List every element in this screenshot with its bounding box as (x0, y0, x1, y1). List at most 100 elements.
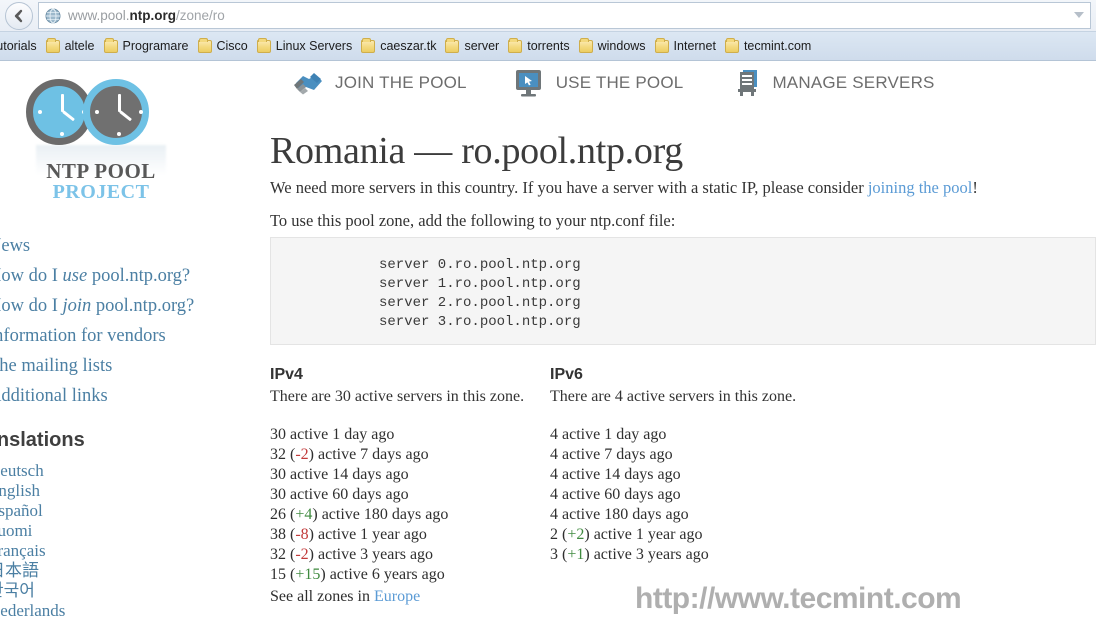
back-arrow-icon (11, 8, 27, 24)
stat-count: 30 (270, 486, 290, 503)
globe-favicon-icon (45, 8, 61, 24)
stat-count: 4 (550, 486, 562, 503)
see-all-text: See all zones in (270, 588, 374, 605)
page-title: Romania — ro.pool.ntp.org (270, 129, 683, 173)
folder-icon (508, 40, 522, 53)
stat-row: 30 active 60 days ago (270, 485, 550, 505)
bookmark-item[interactable]: caeszar.tk (361, 39, 436, 53)
stat-row: 4 active 1 day ago (550, 425, 850, 445)
bookmark-label: torrents (527, 39, 569, 53)
stat-row: 26 (+4) active 180 days ago (270, 505, 550, 525)
ipv6-heading: IPv6 (550, 366, 850, 384)
stat-period: active 180 days ago (322, 506, 449, 523)
translation-link[interactable]: Deutsch (0, 461, 238, 481)
address-dropdown-chevron-icon[interactable] (1074, 12, 1084, 18)
stat-delta: +4 (295, 506, 312, 523)
url-path: /zone/ro (176, 8, 225, 23)
bookmark-item[interactable]: windows (579, 39, 646, 53)
back-button[interactable] (5, 2, 33, 30)
stat-period: active 7 days ago (562, 446, 673, 463)
sidebar-link-emphasis: use (63, 266, 88, 286)
folder-icon (445, 40, 459, 53)
stat-count: 3 (550, 546, 562, 563)
sidebar-link[interactable]: Information for vendors (0, 321, 238, 351)
stat-row: 38 (-8) active 1 year ago (270, 525, 550, 545)
bookmark-item[interactable]: torrents (508, 39, 569, 53)
stat-count: 32 (270, 446, 290, 463)
sidebar-link[interactable]: How do I use pool.ntp.org? (0, 261, 238, 291)
sidebar-link[interactable]: Additional links (0, 381, 238, 411)
folder-icon (104, 40, 118, 53)
stat-row: 30 active 1 day ago (270, 425, 550, 445)
nav-join-the-pool[interactable]: JOIN THE POOL (290, 67, 467, 99)
stat-count: 4 (550, 426, 562, 443)
folder-icon (655, 40, 669, 53)
stat-delta: +2 (567, 526, 584, 543)
europe-zones-link[interactable]: Europe (374, 588, 420, 605)
bookmark-item[interactable]: Linux Servers (257, 39, 352, 53)
stat-count: 32 (270, 546, 290, 563)
bookmark-item[interactable]: tecmint.com (725, 39, 811, 53)
monitor-cursor-icon (511, 67, 547, 99)
ipv6-history-list: 4 active 1 day ago4 active 7 days ago4 a… (550, 425, 850, 565)
stat-row: 32 (-2) active 3 years ago (270, 545, 550, 565)
stat-row: 4 active 60 days ago (550, 485, 850, 505)
bookmark-item[interactable]: Internet (655, 39, 716, 53)
bookmark-item[interactable]: mp tutorials (0, 39, 37, 53)
stat-row: 4 active 7 days ago (550, 445, 850, 465)
stat-period: active 60 days ago (562, 486, 681, 503)
folder-icon (579, 40, 593, 53)
stat-row: 2 (+2) active 1 year ago (550, 525, 850, 545)
stat-delta: -2 (295, 446, 308, 463)
stat-count: 4 (550, 446, 562, 463)
folder-icon (361, 40, 375, 53)
bookmark-label: Linux Servers (276, 39, 352, 53)
translation-link[interactable]: Suomi (0, 521, 238, 541)
bookmark-label: Internet (674, 39, 716, 53)
sidebar-link[interactable]: News (0, 231, 238, 261)
stat-row: 30 active 14 days ago (270, 465, 550, 485)
nav-manage-servers[interactable]: MANAGE SERVERS (727, 67, 934, 99)
address-bar[interactable]: www.pool.ntp.org/zone/ro (38, 2, 1091, 29)
sidebar-link[interactable]: How do I join pool.ntp.org? (0, 291, 238, 321)
translation-link[interactable]: 日本語 (0, 561, 238, 581)
stat-row: 3 (+1) active 3 years ago (550, 545, 850, 565)
stat-period: active 7 days ago (318, 446, 429, 463)
stat-delta: -8 (295, 526, 308, 543)
stat-period: active 3 years ago (318, 546, 433, 563)
stat-count: 30 (270, 426, 290, 443)
ipv6-stats-column: IPv6 There are 4 active servers in this … (550, 366, 850, 565)
bookmark-item[interactable]: Cisco (198, 39, 248, 53)
translation-link[interactable]: 한국어 (0, 581, 238, 601)
ipv4-heading: IPv4 (270, 366, 550, 384)
stat-period: active 14 days ago (562, 466, 681, 483)
stat-count: 15 (270, 566, 290, 583)
folder-icon (725, 40, 739, 53)
logo-wordmark: NTP POOL PROJECT (26, 161, 176, 202)
stat-period: active 1 day ago (290, 426, 394, 443)
logo-line-1: NTP POOL (26, 161, 176, 182)
translation-link[interactable]: Français (0, 541, 238, 561)
stat-count: 4 (550, 506, 562, 523)
stat-delta: +15 (295, 566, 320, 583)
stat-period: active 180 days ago (562, 506, 689, 523)
ipv6-summary: There are 4 active servers in this zone. (550, 388, 850, 406)
stat-delta: +1 (567, 546, 584, 563)
bookmark-item[interactable]: altele (46, 39, 95, 53)
sidebar-nav: NewsHow do I use pool.ntp.org?How do I j… (0, 231, 238, 411)
ntp-pool-logo[interactable]: NTP POOL PROJECT (26, 69, 176, 199)
nav-use-the-pool[interactable]: USE THE POOL (511, 67, 684, 99)
joining-the-pool-link[interactable]: joining the pool (868, 178, 973, 197)
translations-heading: ranslations (0, 429, 85, 452)
stat-period: active 14 days ago (290, 466, 409, 483)
translation-link[interactable]: Nederlands (0, 601, 238, 621)
sidebar-link[interactable]: The mailing lists (0, 351, 238, 381)
translation-link[interactable]: Español (0, 501, 238, 521)
bookmark-label: altele (65, 39, 95, 53)
ipv4-summary: There are 30 active servers in this zone… (270, 388, 550, 406)
bookmark-label: mp tutorials (0, 39, 37, 53)
translation-link[interactable]: English (0, 481, 238, 501)
instruction-text: To use this pool zone, add the following… (270, 211, 675, 231)
bookmark-item[interactable]: Programare (104, 39, 189, 53)
bookmark-item[interactable]: server (445, 39, 499, 53)
